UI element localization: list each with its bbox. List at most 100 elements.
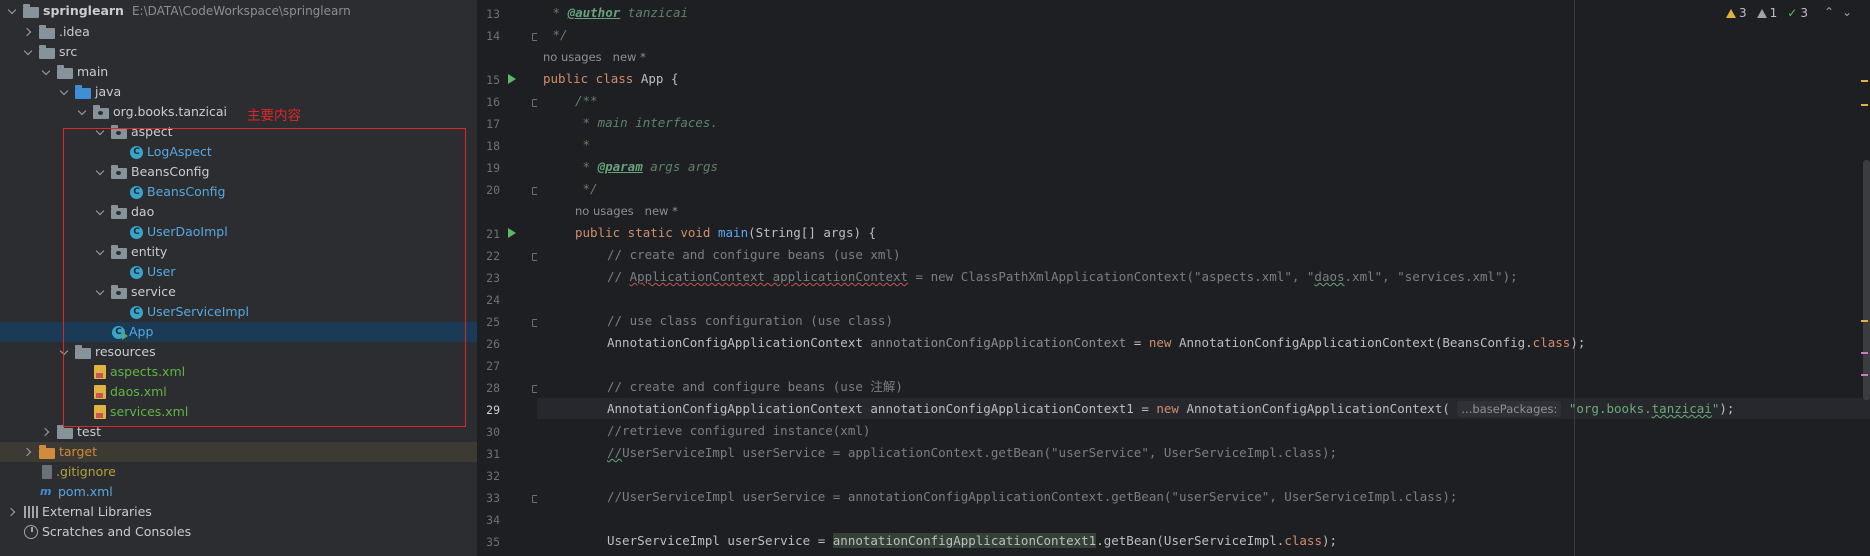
code-line-35: UserServiceImpl userService = annotation… (607, 533, 1338, 548)
chevron-down-icon[interactable] (40, 62, 54, 82)
typo-marker[interactable] (1861, 352, 1868, 354)
line-number: 19 (486, 161, 500, 175)
project-path: E:\DATA\CodeWorkspace\springlearn (131, 4, 351, 18)
tree-item-pom[interactable]: m pom.xml (0, 482, 477, 502)
line-number: 16 (486, 95, 500, 109)
tree-item-external-libraries[interactable]: External Libraries (0, 502, 477, 522)
tree-label: src (59, 44, 78, 59)
weak-warning-icon (1756, 8, 1767, 18)
line-number: 25 (486, 315, 500, 329)
warning-indicator[interactable]: 3 (1726, 6, 1747, 20)
line-number: 34 (486, 513, 500, 527)
code-line-23: // ApplicationContext applicationContext… (607, 269, 1518, 284)
code-line-26: AnnotationConfigApplicationContext annot… (607, 335, 1586, 350)
source-folder-icon (75, 84, 91, 99)
chevron-right-icon[interactable] (6, 502, 20, 522)
line-number: 22 (486, 249, 500, 263)
vertical-scrollbar[interactable] (1863, 160, 1870, 400)
tree-item-gitignore[interactable]: .gitignore (0, 462, 477, 482)
weak-warning-indicator[interactable]: 1 (1756, 6, 1777, 20)
line-number: 32 (486, 469, 500, 483)
chevron-down-icon[interactable] (6, 1, 20, 21)
line-number: 17 (486, 117, 500, 131)
chevron-right-icon[interactable] (40, 422, 54, 442)
code-line-19: * @param args args (575, 159, 718, 174)
usages-hint[interactable]: no usages new * (575, 204, 678, 218)
project-name: springlearn (43, 3, 124, 18)
warning-marker[interactable] (1861, 80, 1868, 82)
scratches-icon (24, 525, 38, 539)
editor-gutter: 13 14 15 16 17 18 19 20 21 22 23 24 25 2… (477, 0, 540, 556)
line-number: 30 (486, 425, 500, 439)
warning-icon (1726, 8, 1737, 18)
tree-item-idea[interactable]: .idea (0, 22, 477, 42)
tree-label: Scratches and Consoles (42, 524, 192, 539)
package-icon (93, 104, 109, 119)
chevron-right-icon[interactable] (22, 22, 36, 42)
code-line-20: */ (575, 181, 598, 196)
folder-icon (39, 24, 55, 39)
tree-label: target (59, 444, 98, 459)
tree-label: External Libraries (42, 504, 152, 519)
project-tree: springlearn E:\DATA\CodeWorkspace\spring… (0, 0, 477, 556)
code-line-13: * @author tanzicai (545, 5, 688, 20)
folder-icon (57, 424, 73, 439)
folder-icon (23, 3, 39, 18)
usages-hint[interactable]: no usages new * (543, 50, 646, 64)
right-margin-guide (1574, 0, 1575, 556)
run-main-icon[interactable] (508, 228, 516, 238)
library-icon (24, 506, 38, 518)
check-icon: ✓ (1787, 6, 1798, 20)
tree-item-java[interactable]: java (0, 82, 477, 102)
tree-item-target[interactable]: target (0, 442, 477, 462)
gitignore-file-icon (42, 465, 52, 479)
code-line-21: public static void main(String[] args) { (575, 225, 877, 240)
tree-item-project[interactable]: springlearn E:\DATA\CodeWorkspace\spring… (0, 1, 477, 21)
tree-item-src[interactable]: src (0, 42, 477, 62)
code-line-16: /** (575, 93, 598, 108)
chevron-down-icon[interactable] (58, 82, 72, 102)
line-number: 20 (486, 183, 500, 197)
line-number: 33 (486, 491, 500, 505)
tree-label: pom.xml (58, 484, 113, 499)
warning-marker[interactable] (1861, 320, 1868, 322)
line-number: 28 (486, 381, 500, 395)
code-editor[interactable]: * @author tanzicai */ no usages new * pu… (537, 0, 1870, 556)
typo-indicator[interactable]: ✓ 3 (1787, 6, 1808, 20)
line-number: 35 (486, 535, 500, 549)
line-number: 31 (486, 447, 500, 461)
line-number: 14 (486, 29, 500, 43)
annotation-label: 主要内容 (247, 108, 301, 124)
chevron-right-icon[interactable] (22, 442, 36, 462)
tree-item-package[interactable]: org.books.tanzicai (0, 102, 477, 122)
previous-highlight-icon[interactable]: ⌃ (1824, 5, 1834, 19)
chevron-down-icon[interactable] (76, 102, 90, 122)
tree-item-main[interactable]: main (0, 62, 477, 82)
tree-item-scratches[interactable]: Scratches and Consoles (0, 522, 477, 542)
code-line-29: AnnotationConfigApplicationContext annot… (607, 401, 1735, 417)
typo-marker[interactable] (1861, 374, 1868, 376)
maven-icon: m (40, 485, 52, 498)
code-line-17: * main interfaces. (575, 115, 718, 130)
run-class-icon[interactable] (508, 74, 516, 84)
next-highlight-icon[interactable]: ⌄ (1842, 5, 1852, 19)
inspection-indicators[interactable]: 3 1 ✓ 3 (1726, 6, 1808, 20)
code-line-25: // use class configuration (use class) (607, 313, 893, 328)
line-number: 13 (486, 7, 500, 21)
line-number: 23 (486, 271, 500, 285)
tree-label: org.books.tanzicai (113, 104, 227, 119)
line-number: 27 (486, 359, 500, 373)
tree-label: .gitignore (56, 464, 116, 479)
tree-label: java (95, 84, 122, 99)
warning-marker[interactable] (1861, 104, 1868, 106)
code-line-18: * (575, 137, 591, 152)
chevron-down-icon[interactable] (22, 42, 36, 62)
line-number: 15 (486, 73, 500, 87)
line-number: 24 (486, 293, 500, 307)
parameter-hint: ...basePackages: (1457, 401, 1562, 417)
code-line-28: // create and configure beans (use 注解) (607, 379, 903, 394)
excluded-folder-icon (39, 444, 55, 459)
code-line-31: //UserServiceImpl userService = applicat… (607, 445, 1337, 460)
line-number-current: 29 (486, 403, 500, 417)
line-number: 21 (486, 227, 500, 241)
